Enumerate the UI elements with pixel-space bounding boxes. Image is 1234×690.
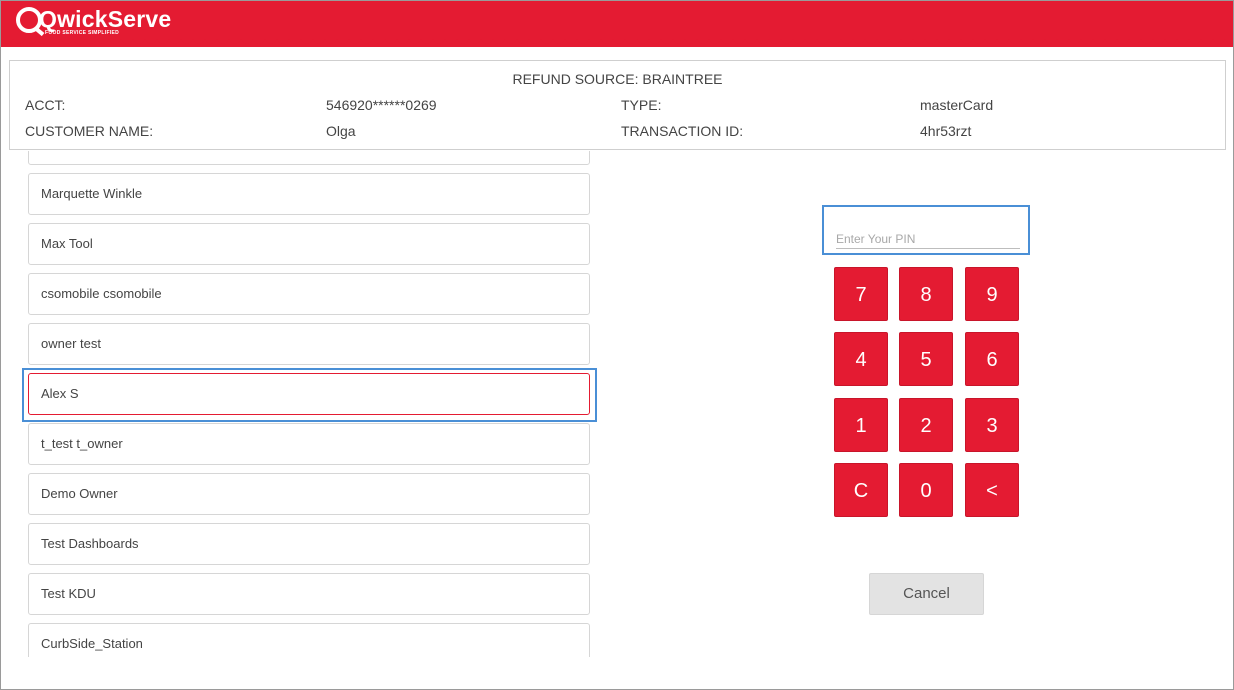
transaction-id-label: TRANSACTION ID: [621, 123, 744, 139]
acct-value: 546920******0269 [326, 97, 437, 113]
pin-input[interactable] [836, 229, 1020, 249]
key-backspace[interactable]: < [965, 463, 1019, 517]
header-scallop-edge [1, 39, 1233, 44]
app-window: QwickServe FOOD SERVICE SIMPLIFIED REFUN… [0, 0, 1234, 690]
employee-item[interactable]: Test KDU [28, 573, 590, 615]
employee-item[interactable]: owner test [28, 323, 590, 365]
key-1[interactable]: 1 [834, 398, 888, 452]
type-label: TYPE: [621, 97, 662, 113]
logo-tagline: FOOD SERVICE SIMPLIFIED [45, 30, 120, 36]
selected-employee-highlight [22, 368, 597, 422]
key-2[interactable]: 2 [899, 398, 953, 452]
key-5[interactable]: 5 [899, 332, 953, 386]
pin-field-highlight [822, 205, 1030, 255]
key-clear[interactable]: C [834, 463, 888, 517]
employee-item[interactable]: Max Tool [28, 223, 590, 265]
employee-item[interactable]: t_test t_owner [28, 423, 590, 465]
key-4[interactable]: 4 [834, 332, 888, 386]
employee-item[interactable] [28, 151, 590, 165]
refund-source: REFUND SOURCE: BRAINTREE [512, 71, 723, 87]
key-6[interactable]: 6 [965, 332, 1019, 386]
cancel-button[interactable]: Cancel [869, 573, 984, 615]
key-0[interactable]: 0 [899, 463, 953, 517]
logo-text: QwickServe [39, 6, 172, 32]
key-7[interactable]: 7 [834, 267, 888, 321]
customer-name-label: CUSTOMER NAME: [25, 123, 154, 139]
transaction-id-value: 4hr53rzt [920, 123, 972, 139]
refund-info-panel: REFUND SOURCE: BRAINTREE ACCT: 546920***… [9, 60, 1226, 150]
employee-item[interactable]: csomobile csomobile [28, 273, 590, 315]
type-value: masterCard [920, 97, 994, 113]
key-8[interactable]: 8 [899, 267, 953, 321]
key-3[interactable]: 3 [965, 398, 1019, 452]
key-9[interactable]: 9 [965, 267, 1019, 321]
customer-name-value: Olga [326, 123, 356, 139]
app-header: QwickServe FOOD SERVICE SIMPLIFIED [1, 1, 1233, 47]
employee-item[interactable]: Demo Owner [28, 473, 590, 515]
employee-item[interactable]: Test Dashboards [28, 523, 590, 565]
acct-label: ACCT: [25, 97, 66, 113]
employee-item[interactable]: Marquette Winkle [28, 173, 590, 215]
employee-item[interactable]: CurbSide_Station [28, 623, 590, 657]
